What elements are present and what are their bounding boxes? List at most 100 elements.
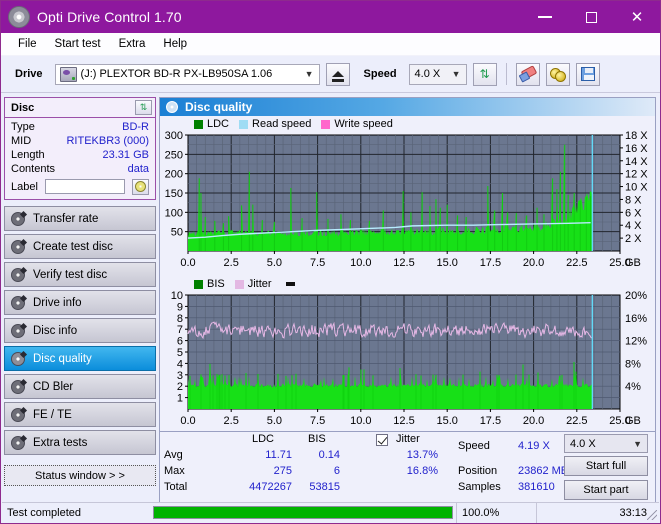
disc-row-key: Type — [11, 121, 35, 133]
svg-text:20.0: 20.0 — [523, 257, 544, 269]
menu-extra[interactable]: Extra — [110, 36, 155, 52]
disc-row-value: data — [127, 163, 149, 175]
bis-legend: BIS Jitter — [160, 276, 655, 291]
minimize-button[interactable] — [522, 1, 568, 33]
legend-swatch-write-speed — [321, 119, 331, 129]
status-window-button[interactable]: Status window > > — [4, 465, 156, 486]
svg-text:5: 5 — [177, 347, 183, 359]
sidebar-item-transfer-rate[interactable]: Transfer rate — [4, 206, 156, 231]
stats-max-bis: 6 — [333, 465, 340, 477]
svg-text:8 X: 8 X — [625, 194, 642, 206]
svg-text:14 X: 14 X — [625, 156, 648, 168]
sidebar-item-drive-info[interactable]: Drive info — [4, 290, 156, 315]
legend-swatch-ldc — [194, 119, 203, 129]
svg-text:5.0: 5.0 — [267, 257, 282, 269]
ldc-plot: 50 100 150 200 250 300 2 X4 X6 X8 X 10 X 12 X 14 … — [160, 131, 655, 276]
stats-speed-label: Speed — [458, 440, 490, 452]
test-speed-select[interactable]: 4.0 X ▼ — [564, 434, 648, 453]
svg-text:100: 100 — [165, 207, 183, 219]
ldc-plot-svg: 50 100 150 200 250 300 2 X4 X6 X8 X10 X12 X14 … — [165, 131, 649, 269]
ldc-chart: LDC Read speed Write speed 50 100 150 200 25… — [160, 116, 655, 276]
stats-row-label-avg: Avg — [164, 449, 183, 461]
erase-button[interactable] — [515, 62, 540, 86]
status-text: Test completed — [7, 506, 81, 519]
disc-label-apply-button[interactable] — [131, 178, 149, 195]
drive-select[interactable]: (J:) PLEXTOR BD-R PX-LB950SA 1.06 ▼ — [54, 63, 320, 85]
progress-fill — [154, 507, 452, 518]
legend-swatch-bis — [194, 279, 203, 289]
start-full-button[interactable]: Start full — [564, 456, 648, 476]
menu-help[interactable]: Help — [154, 36, 196, 52]
title-bar: Opti Drive Control 1.70 ✕ — [1, 1, 660, 33]
sidebar-item-cd-bler[interactable]: CD Bler — [4, 374, 156, 399]
sidebar-item-label: Verify test disc — [33, 268, 108, 281]
legend-label-read-speed: Read speed — [252, 118, 312, 130]
disc-row-key: MID — [11, 135, 32, 147]
svg-text:4 X: 4 X — [625, 220, 642, 232]
disc-row-value: RITEKBR3 (000) — [66, 135, 149, 147]
save-button[interactable] — [575, 62, 600, 86]
disc-label-input[interactable] — [44, 179, 125, 194]
sidebar-item-verify-test-disc[interactable]: Verify test disc — [4, 262, 156, 287]
legend-label-ldc: LDC — [207, 118, 230, 130]
sidebar-item-extra-tests[interactable]: Extra tests — [4, 430, 156, 455]
legend-swatch-read-speed — [239, 119, 249, 129]
sidebar-item-fe-te[interactable]: FE / TE — [4, 402, 156, 427]
maximize-button[interactable] — [568, 1, 614, 33]
disc-test-icon — [11, 295, 25, 310]
stats-total-ldc: 4472267 — [249, 481, 292, 493]
disc-label-key: Label — [11, 180, 38, 193]
bis-plot: 1 2 3 4 5 6 7 8 9 10 4% 8% 12% 16% 20% 0.0 2.5 5.0 7.5 10.0… — [160, 291, 655, 431]
resize-grip[interactable] — [647, 510, 657, 520]
svg-text:10: 10 — [171, 291, 183, 302]
refresh-button[interactable]: ⇅ — [472, 62, 497, 86]
eject-button[interactable] — [325, 62, 350, 86]
stats-position-label: Position — [458, 465, 498, 477]
svg-text:200: 200 — [165, 169, 183, 181]
close-button[interactable]: ✕ — [614, 1, 660, 33]
stats-samples-label: Samples — [458, 481, 501, 493]
stats-max-jitter: 16.8% — [406, 465, 438, 477]
progress-bar — [153, 506, 453, 519]
gold-disc-button[interactable] — [545, 62, 570, 86]
status-bar: Test completed 100.0% 33:13 — [2, 502, 659, 523]
start-part-button[interactable]: Start part — [564, 480, 648, 500]
legend-marker-extra — [285, 282, 295, 286]
body: Disc ⇅ Type BD-R MID RITEKBR3 (000) Leng… — [1, 93, 660, 510]
refresh-icon: ⇅ — [139, 102, 148, 112]
disc-refresh-button[interactable]: ⇅ — [135, 100, 152, 115]
svg-text:10.0: 10.0 — [350, 257, 371, 269]
speed-select[interactable]: 4.0 X ▼ — [408, 63, 467, 85]
sidebar-item-create-test-disc[interactable]: Create test disc — [4, 234, 156, 259]
drive-toolbar: Drive (J:) PLEXTOR BD-R PX-LB950SA 1.06 … — [1, 56, 660, 93]
drive-label: Drive — [15, 68, 43, 80]
disc-row-key: Contents — [11, 163, 56, 175]
disc-test-icon — [11, 407, 25, 422]
svg-text:22.5: 22.5 — [566, 415, 587, 427]
svg-text:12.5: 12.5 — [393, 257, 414, 269]
svg-text:2: 2 — [177, 381, 183, 393]
sidebar-item-label: CD Bler — [33, 380, 74, 393]
menu-file[interactable]: File — [9, 36, 46, 52]
svg-text:0.0: 0.0 — [180, 415, 195, 427]
disc-row-key: Length — [11, 149, 45, 161]
eraser-icon — [518, 65, 537, 83]
svg-text:12%: 12% — [625, 336, 647, 348]
disc-row-contents: Contents data — [11, 162, 149, 176]
stats-total-bis: 53815 — [309, 481, 340, 493]
drive-icon — [59, 66, 77, 82]
menu-start-test[interactable]: Start test — [46, 36, 110, 52]
svg-text:2.5: 2.5 — [224, 257, 239, 269]
window-title: Opti Drive Control 1.70 — [37, 9, 182, 25]
sidebar-item-disc-quality[interactable]: Disc quality — [4, 346, 156, 371]
svg-text:10 X: 10 X — [625, 182, 648, 194]
jitter-checkbox[interactable] — [376, 434, 388, 446]
sidebar-item-disc-info[interactable]: Disc info — [4, 318, 156, 343]
toolbar-separator — [505, 63, 507, 85]
disc-test-icon — [11, 323, 25, 338]
disc-panel: Disc ⇅ Type BD-R MID RITEKBR3 (000) Leng… — [4, 97, 156, 200]
application-window: Opti Drive Control 1.70 ✕ File Start tes… — [0, 0, 661, 524]
stats-header-bis: BIS — [308, 433, 326, 445]
disc-test-icon — [11, 435, 25, 450]
chevron-down-icon: ▼ — [451, 69, 461, 79]
